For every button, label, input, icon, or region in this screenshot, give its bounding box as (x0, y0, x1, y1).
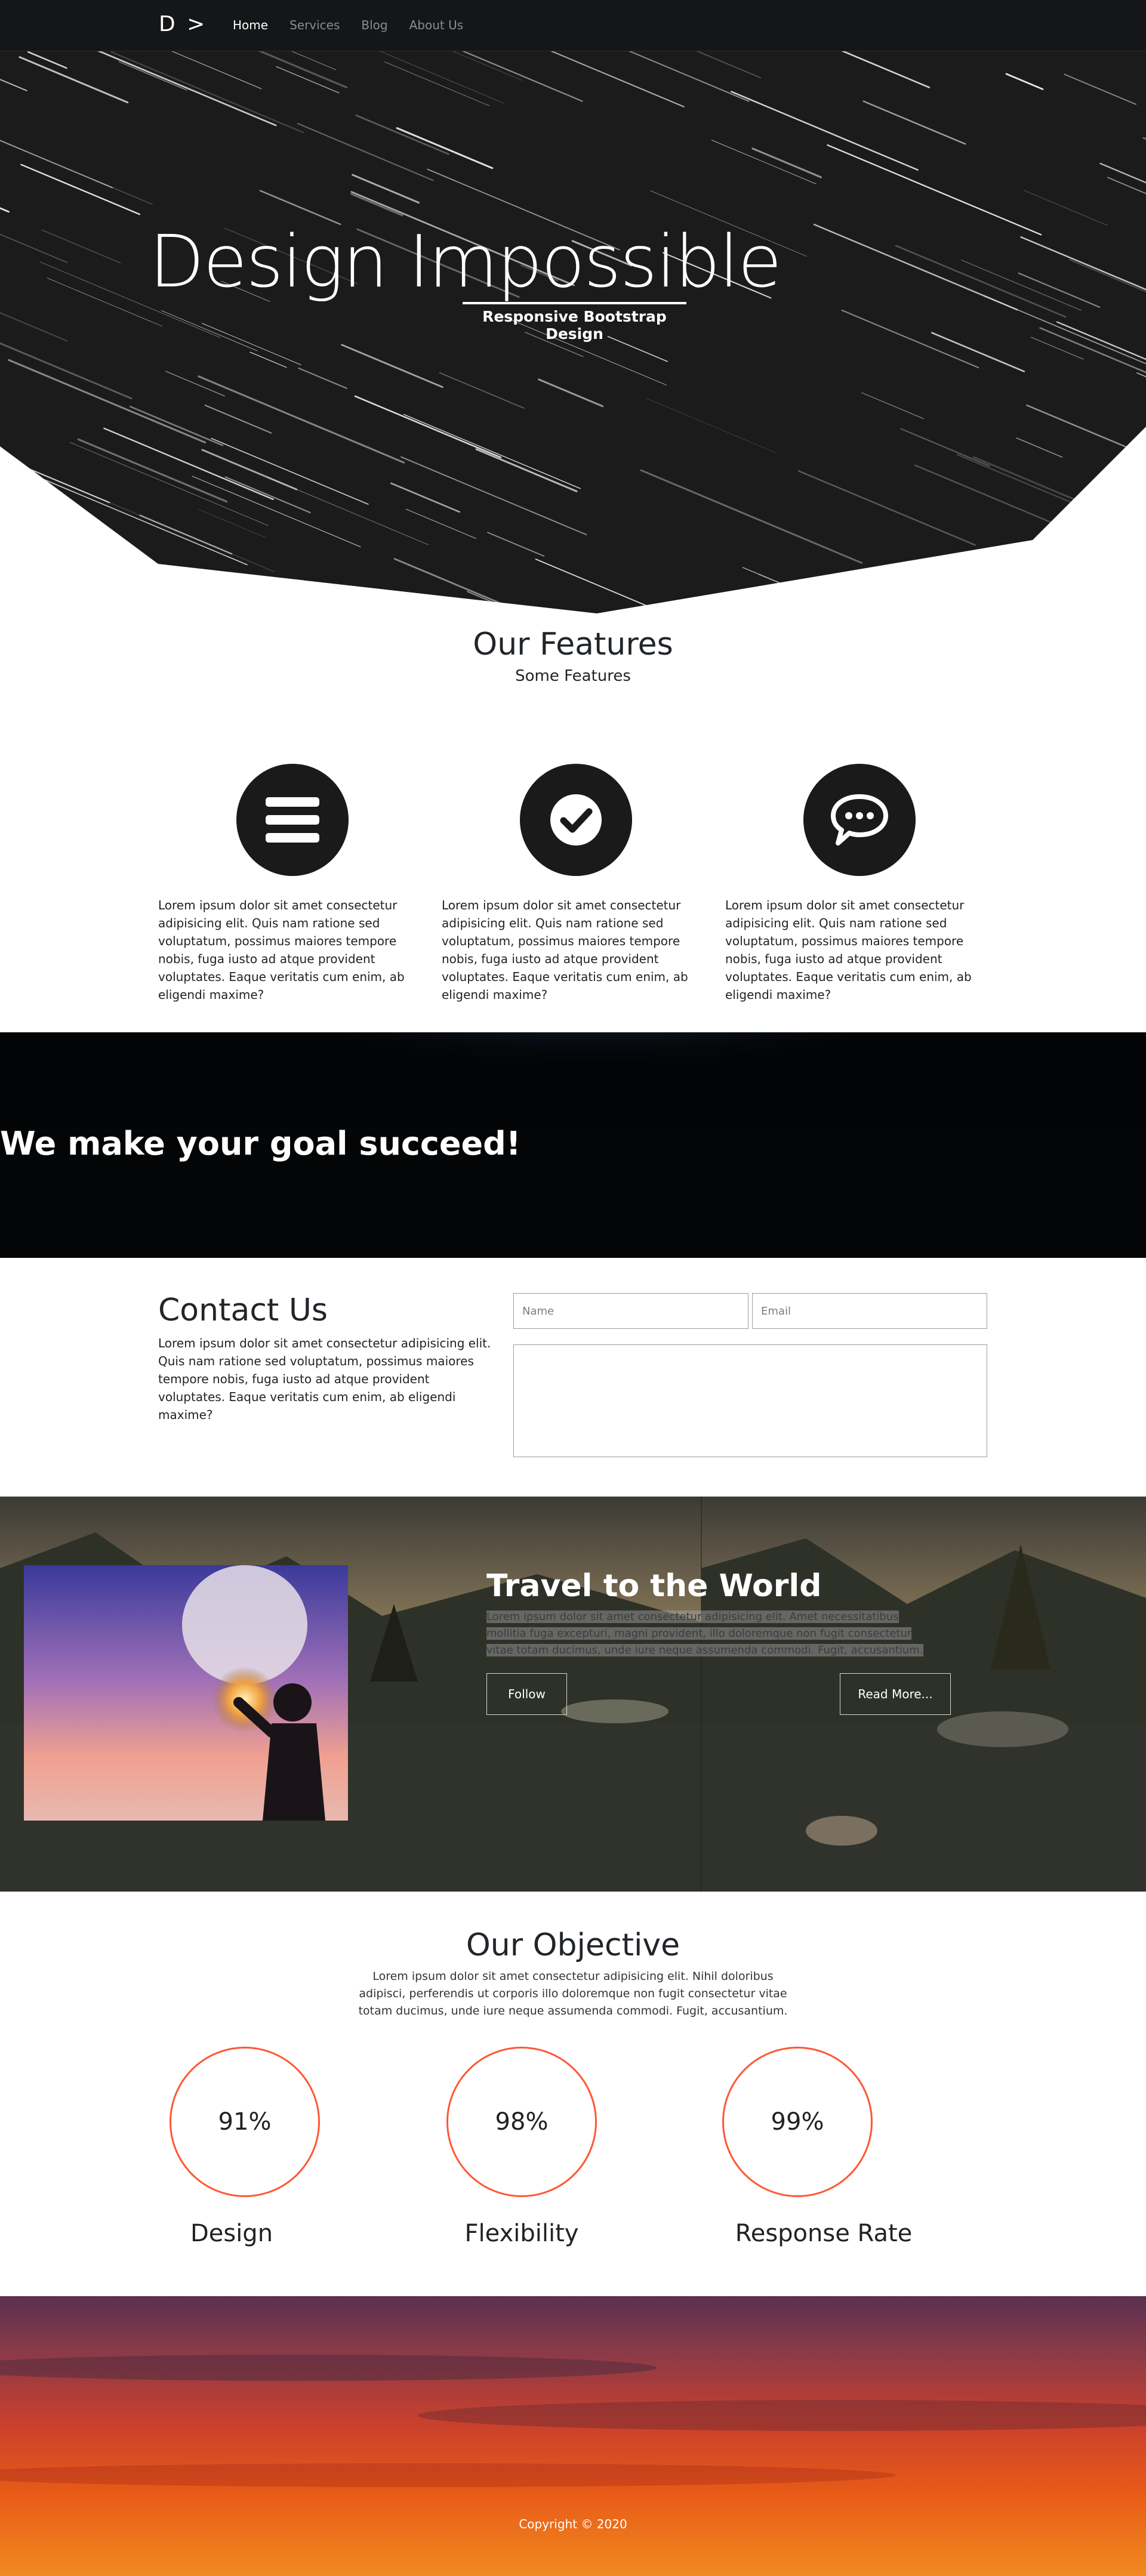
nav-link-home[interactable]: Home (233, 18, 268, 32)
stat-label: Flexibility (464, 2220, 579, 2247)
hero-subtitle: Responsive Bootstrap Design (482, 308, 667, 343)
contact-text: Lorem ipsum dolor sit amet consectetur a… (158, 1336, 491, 1422)
travel-text-highlight: Lorem ipsum dolor sit amet consectetur a… (486, 1611, 923, 1656)
stat-ring: 99% (722, 2047, 873, 2197)
star-trail (1123, 572, 1146, 613)
travel-text: Lorem ipsum dolor sit amet consectetur a… (486, 1609, 934, 1659)
contact-title: Contact Us (158, 1292, 328, 1328)
travel-background (0, 1497, 1146, 1892)
stat-ring: 98% (446, 2047, 597, 2197)
read-more-button[interactable]: Read More... (840, 1673, 951, 1715)
feature-card: Lorem ipsum dolor sit amet consectetur a… (725, 764, 994, 1004)
objective-text: Lorem ipsum dolor sit amet consectetur a… (358, 1970, 788, 2017)
hero-background (0, 0, 1146, 613)
feature-card: Lorem ipsum dolor sit amet consectetur a… (158, 764, 427, 1004)
brand-logo[interactable]: D > (159, 12, 207, 36)
check-circle-icon (550, 794, 602, 846)
hero-title: Design Impossible (149, 221, 782, 304)
feature-text: Lorem ipsum dolor sit amet consectetur a… (158, 898, 405, 1002)
nav-link-blog[interactable]: Blog (361, 18, 387, 32)
objective-title: Our Objective (466, 1927, 680, 1963)
stat-label: Design (190, 2220, 273, 2247)
name-field[interactable]: Name (513, 1293, 748, 1329)
message-textarea[interactable] (513, 1344, 987, 1457)
features-subtitle: Some Features (515, 667, 631, 685)
star-trail (1120, 488, 1146, 579)
menu-bars-icon (266, 797, 319, 843)
hero-section: Design Impossible Responsive Bootstrap D… (0, 0, 1146, 615)
goal-banner: We make your goal succeed! (0, 1032, 1146, 1258)
features-title: Our Features (473, 627, 673, 662)
nav-link-services[interactable]: Services (289, 18, 340, 32)
chat-bubble-icon (831, 794, 888, 846)
navbar: D > Home Services Blog About Us (0, 0, 1146, 51)
footer-copyright: Copyright © 2020 (519, 2517, 627, 2531)
stat-ring: 91% (170, 2047, 320, 2197)
feature-text: Lorem ipsum dolor sit amet consectetur a… (442, 898, 688, 1002)
goal-title: We make your goal succeed! (0, 1125, 521, 1162)
feature-icon-circle (236, 764, 349, 876)
feature-icon-circle (803, 764, 916, 876)
footer-background (0, 2296, 1146, 2576)
star-trail (92, 601, 146, 613)
nav-link-about[interactable]: About Us (409, 18, 464, 32)
email-field[interactable]: Email (752, 1293, 987, 1329)
footer: Copyright © 2020 (0, 2296, 1146, 2576)
star-trail (799, 595, 952, 613)
nav-links: Home Services Blog About Us (233, 18, 485, 32)
star-trail (1096, 490, 1146, 539)
travel-title: Travel to the World (486, 1568, 822, 1604)
stat-label: Response Rate (735, 2220, 913, 2247)
feature-icon-circle (520, 764, 632, 876)
hero-underline (463, 302, 686, 304)
follow-button[interactable]: Follow (486, 1673, 567, 1715)
feature-card: Lorem ipsum dolor sit amet consectetur a… (442, 764, 710, 1004)
travel-section: Travel to the World Lorem ipsum dolor si… (0, 1497, 1146, 1892)
feature-text: Lorem ipsum dolor sit amet consectetur a… (725, 898, 972, 1002)
